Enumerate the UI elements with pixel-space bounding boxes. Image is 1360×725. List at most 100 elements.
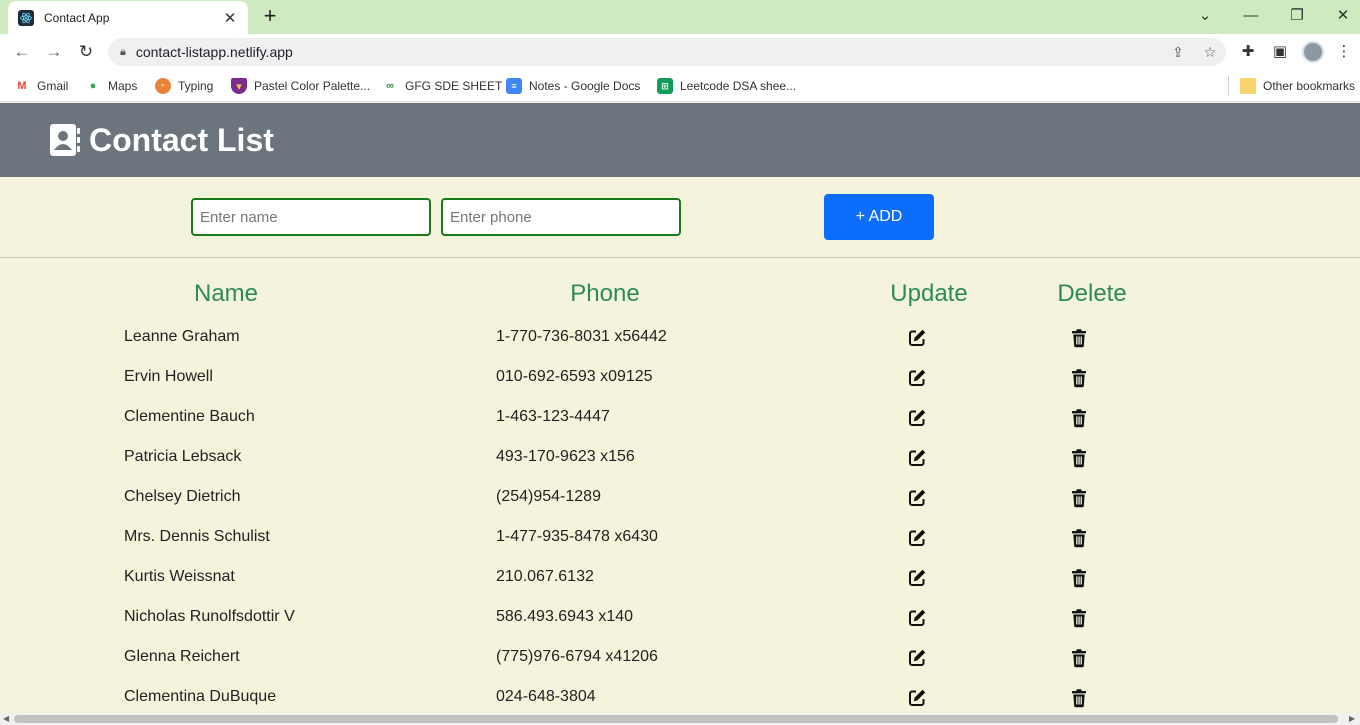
new-tab-button[interactable]: + <box>258 5 282 29</box>
trash-icon[interactable] <box>1069 688 1089 708</box>
forward-button[interactable]: → <box>42 40 66 64</box>
table-row: Patricia Lebsack 493-170-9623 x156 <box>0 438 1360 478</box>
lock-icon: 🔒︎ <box>120 45 126 58</box>
back-button[interactable]: ← <box>10 40 34 64</box>
bookmarks-bar: M Gmail ● Maps · Typing ▾ Pastel Color P… <box>0 70 1360 102</box>
trash-icon[interactable] <box>1069 568 1089 588</box>
close-tab-icon[interactable]: ✕ <box>222 9 238 27</box>
bookmark-label: Typing <box>178 79 214 93</box>
menu-icon[interactable]: ⋮ <box>1334 42 1354 62</box>
horizontal-scrollbar[interactable]: ◀ ▶ <box>0 713 1360 725</box>
trash-icon[interactable] <box>1069 648 1089 668</box>
profile-avatar[interactable] <box>1302 41 1324 63</box>
bookmark-label: Gmail <box>37 79 69 93</box>
bookmark-maps[interactable]: ● Maps <box>85 77 138 95</box>
edit-icon[interactable] <box>907 688 927 708</box>
typing-icon: · <box>155 78 171 94</box>
add-button[interactable]: + ADD <box>824 194 934 240</box>
trash-icon[interactable] <box>1069 328 1089 348</box>
contact-name: Ervin Howell <box>124 368 213 385</box>
bookmark-label: Notes - Google Docs <box>529 79 641 93</box>
contact-phone: (254)954-1289 <box>496 488 601 505</box>
browser-tabstrip: Contact App ✕ + ⌄ — ❐ ✕ <box>0 0 1360 34</box>
bookmark-typing[interactable]: · Typing <box>155 77 213 95</box>
contact-phone: (775)976-6794 x41206 <box>496 648 658 665</box>
restore-button[interactable]: ❐ <box>1283 4 1311 28</box>
bookmark-leetcode[interactable]: ⊞ Leetcode DSA shee... <box>657 77 796 95</box>
phone-input[interactable] <box>441 198 681 236</box>
contact-name: Clementina DuBuque <box>124 688 277 705</box>
contact-phone: 210.067.6132 <box>496 568 594 585</box>
contact-phone: 493-170-9623 x156 <box>496 448 635 465</box>
edit-icon[interactable] <box>907 328 927 348</box>
other-bookmarks-label: Other bookmarks <box>1263 79 1356 93</box>
docs-icon: ≡ <box>506 78 522 94</box>
gfg-icon: ∞ <box>386 80 394 92</box>
address-bar[interactable]: 🔒︎ contact-listapp.netlify.app ⇪ ☆ <box>108 38 1226 66</box>
bookmark-label: Leetcode DSA shee... <box>680 79 797 93</box>
edit-icon[interactable] <box>907 488 927 508</box>
name-input[interactable] <box>191 198 431 236</box>
edit-icon[interactable] <box>907 408 927 428</box>
bookmark-label: Maps <box>108 79 138 93</box>
trash-icon[interactable] <box>1069 488 1089 508</box>
add-contact-form: + ADD <box>0 177 1360 258</box>
contact-name: Kurtis Weissnat <box>124 568 235 585</box>
contact-phone: 1-463-123-4447 <box>496 408 610 425</box>
bookmark-gfg[interactable]: ∞ GFG SDE SHEET <box>382 77 502 95</box>
trash-icon[interactable] <box>1069 408 1089 428</box>
sheets-icon: ⊞ <box>657 78 673 94</box>
edit-icon[interactable] <box>907 448 927 468</box>
trash-icon[interactable] <box>1069 608 1089 628</box>
contact-phone: 010-692-6593 x09125 <box>496 368 653 385</box>
extensions-icon[interactable]: ✚ <box>1238 42 1258 62</box>
share-icon[interactable]: ⇪ <box>1162 44 1194 61</box>
edit-icon[interactable] <box>907 648 927 668</box>
table-row: Chelsey Dietrich (254)954-1289 <box>0 478 1360 518</box>
edit-icon[interactable] <box>907 608 927 628</box>
scrollbar-thumb[interactable] <box>14 715 1338 723</box>
address-book-icon <box>50 124 80 156</box>
edit-icon[interactable] <box>907 528 927 548</box>
table-row: Clementina DuBuque 024-648-3804 <box>0 678 1360 718</box>
trash-icon[interactable] <box>1069 368 1089 388</box>
react-icon <box>18 9 34 26</box>
table-row: Leanne Graham 1-770-736-8031 x56442 <box>0 318 1360 358</box>
trash-icon[interactable] <box>1069 528 1089 548</box>
browser-tab[interactable]: Contact App ✕ <box>8 1 248 34</box>
contact-phone: 1-770-736-8031 x56442 <box>496 328 667 345</box>
app-title: Contact List <box>89 121 274 158</box>
app-header: Contact List <box>0 103 1360 177</box>
pastel-icon: ▾ <box>231 78 247 94</box>
contact-name: Clementine Bauch <box>124 408 255 425</box>
tab-title: Contact App <box>44 10 110 25</box>
contact-name: Patricia Lebsack <box>124 448 242 465</box>
bookmark-star-icon[interactable]: ☆ <box>1194 44 1226 61</box>
contact-name: Glenna Reichert <box>124 648 240 665</box>
table-row: Clementine Bauch 1-463-123-4447 <box>0 398 1360 438</box>
edit-icon[interactable] <box>907 368 927 388</box>
table-row: Glenna Reichert (775)976-6794 x41206 <box>0 638 1360 678</box>
contact-name: Chelsey Dietrich <box>124 488 241 505</box>
header-update: Update <box>890 280 968 307</box>
scroll-right-icon[interactable]: ▶ <box>1349 713 1355 725</box>
gmail-icon: M <box>17 80 27 92</box>
minimize-button[interactable]: — <box>1237 4 1265 28</box>
edit-icon[interactable] <box>907 568 927 588</box>
bookmark-label: GFG SDE SHEET <box>405 79 503 93</box>
bookmarks-divider <box>1228 76 1229 96</box>
scroll-left-icon[interactable]: ◀ <box>3 713 9 725</box>
reload-button[interactable]: ↻ <box>74 40 98 64</box>
bookmark-pastel[interactable]: ▾ Pastel Color Palette... <box>231 77 370 95</box>
trash-icon[interactable] <box>1069 448 1089 468</box>
other-bookmarks[interactable]: Other bookmarks <box>1240 77 1355 95</box>
close-window-button[interactable]: ✕ <box>1329 4 1357 28</box>
side-panel-icon[interactable]: ▣ <box>1270 42 1290 62</box>
folder-icon <box>1240 78 1256 94</box>
bookmark-gmail[interactable]: M Gmail <box>14 77 68 95</box>
tab-search-icon[interactable]: ⌄ <box>1191 4 1219 28</box>
bookmark-label: Pastel Color Palette... <box>254 79 371 93</box>
contact-name: Mrs. Dennis Schulist <box>124 528 270 545</box>
header-phone: Phone <box>570 280 640 307</box>
bookmark-notes[interactable]: ≡ Notes - Google Docs <box>506 77 640 95</box>
